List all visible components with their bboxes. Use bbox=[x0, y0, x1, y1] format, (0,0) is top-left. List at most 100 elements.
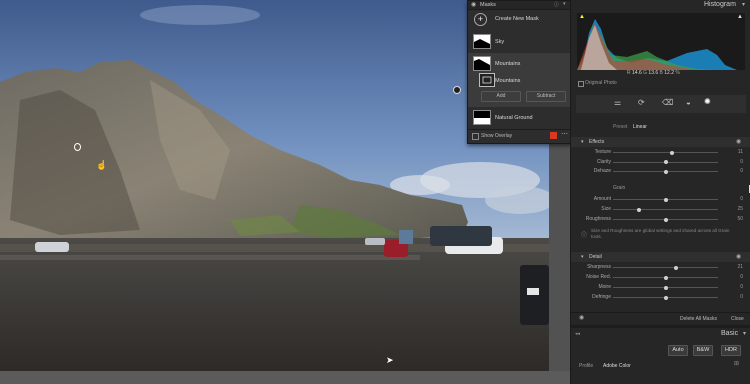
create-new-mask-row[interactable]: + Create New Mask bbox=[468, 11, 571, 33]
help-icon[interactable]: ⓘ bbox=[554, 1, 559, 8]
slider-label: Roughness bbox=[585, 216, 611, 222]
highlight-clipping-icon[interactable]: ▲ bbox=[737, 14, 743, 20]
add-mask-icon[interactable]: + bbox=[474, 13, 487, 26]
right-panel: Histogram ▾ ▲ ▲ R 14.6 G 13.6 B 12.2 % O… bbox=[570, 0, 750, 384]
effects-expand-icon[interactable]: ▾ bbox=[581, 139, 584, 145]
mask-item-mountains-selected[interactable]: Mountains Mountains Add Subtract bbox=[468, 53, 571, 107]
detail-visibility-icon[interactable]: ◉ bbox=[736, 253, 741, 260]
slider-thumb[interactable] bbox=[663, 160, 668, 164]
subtract-button-label: Subtract bbox=[536, 93, 556, 99]
slider-label: Texture bbox=[594, 149, 611, 155]
mountains-mask-thumbnail bbox=[473, 56, 491, 71]
original-photo-checkbox[interactable] bbox=[578, 81, 584, 87]
bw-button[interactable]: B&W bbox=[693, 345, 713, 356]
slider-track[interactable] bbox=[613, 209, 718, 210]
rgb-readout: R 14.6 G 13.6 B 12.2 % bbox=[627, 70, 680, 76]
footer-eye-icon[interactable]: ◉ bbox=[579, 314, 584, 321]
more-options-icon[interactable]: ⋯ bbox=[561, 130, 568, 138]
slider-thumb[interactable] bbox=[663, 285, 668, 290]
original-photo-label: Original Photo bbox=[585, 80, 617, 86]
detail-expand-icon[interactable]: ▾ bbox=[581, 254, 584, 260]
eraser-icon[interactable]: ⌫ bbox=[662, 98, 673, 107]
profile-select[interactable]: Adobe Color bbox=[603, 363, 631, 369]
slider-value[interactable]: 0 bbox=[721, 159, 743, 165]
slider-thumb[interactable] bbox=[663, 295, 668, 300]
detail-section-header[interactable]: ▾ Detail ◉ bbox=[571, 252, 750, 262]
add-button-label: Add bbox=[496, 93, 506, 99]
close-button[interactable]: Close bbox=[731, 316, 744, 322]
slider-row: Amount 0 bbox=[571, 195, 750, 204]
slider-value[interactable]: 25 bbox=[721, 206, 743, 212]
slider-value[interactable]: 50 bbox=[721, 216, 743, 222]
masking-icon[interactable]: ✺ bbox=[704, 97, 711, 106]
slider-row: Size 25 bbox=[571, 205, 750, 214]
red-eye-icon[interactable]: ◒ bbox=[686, 98, 691, 107]
slider-row: Clarity 0 bbox=[571, 158, 750, 167]
slider-track[interactable] bbox=[613, 267, 718, 268]
effects-visibility-icon[interactable]: ◉ bbox=[736, 138, 741, 145]
slider-label: Dehaze bbox=[593, 168, 611, 174]
auto-button[interactable]: Auto bbox=[668, 345, 688, 356]
grain-note: Size and Roughness are global settings a… bbox=[591, 228, 730, 239]
slider-label: Defringe bbox=[592, 294, 611, 300]
slider-value[interactable]: 11 bbox=[721, 149, 743, 155]
histogram-collapse-icon[interactable]: ▾ bbox=[742, 1, 745, 8]
preset-tab[interactable]: Preset bbox=[613, 124, 627, 130]
b-label: B bbox=[659, 70, 663, 76]
mask-item-label: Natural Ground bbox=[495, 115, 533, 121]
healing-icon[interactable]: ⟳ bbox=[638, 98, 645, 107]
mountains-component-thumbnail[interactable] bbox=[479, 73, 495, 87]
slider-thumb[interactable] bbox=[663, 197, 668, 202]
g-label: G bbox=[643, 70, 648, 76]
slider-thumb[interactable] bbox=[637, 207, 642, 212]
slider-thumb[interactable] bbox=[663, 169, 668, 174]
hdr-button[interactable]: HDR bbox=[721, 345, 741, 356]
slider-thumb[interactable] bbox=[674, 265, 678, 270]
slider-label: Moire bbox=[598, 284, 611, 290]
shadow-clipping-icon[interactable]: ▲ bbox=[579, 14, 585, 20]
create-new-mask-label: Create New Mask bbox=[495, 16, 539, 22]
mask-component-label: Mountains bbox=[495, 78, 521, 84]
basic-title: Basic bbox=[721, 330, 739, 337]
slider-row: Moire 0 bbox=[571, 283, 750, 292]
eye-icon[interactable]: ◉ bbox=[471, 1, 476, 8]
linear-tab[interactable]: Linear bbox=[633, 124, 647, 130]
subtract-button[interactable]: Subtract bbox=[526, 91, 566, 102]
slider-row: Texture 11 bbox=[571, 148, 750, 157]
auto-button-label: Auto bbox=[672, 347, 684, 353]
effects-section-header[interactable]: ▾ Effects ◉ bbox=[571, 137, 750, 147]
mask-item-natural-ground[interactable]: Natural Ground bbox=[468, 107, 571, 129]
panel-divider bbox=[571, 325, 750, 328]
basic-collapse-icon[interactable]: ◂◂ bbox=[575, 331, 580, 337]
profile-browser-icon[interactable]: ⊞ bbox=[734, 360, 739, 367]
r-value: 14.6 bbox=[632, 70, 642, 76]
slider-value[interactable]: 0 bbox=[721, 294, 743, 300]
grain-title: Grain bbox=[613, 185, 626, 191]
add-button[interactable]: Add bbox=[481, 91, 521, 102]
slider-label: Clarity bbox=[596, 158, 611, 165]
show-overlay-checkbox[interactable] bbox=[472, 133, 479, 140]
slider-row: Sharpness 21 bbox=[571, 263, 750, 272]
slider-value[interactable]: 0 bbox=[721, 274, 743, 280]
collapse-icon[interactable]: ▾ bbox=[563, 1, 566, 7]
slider-value[interactable]: 0 bbox=[721, 168, 743, 174]
mask-pin-selected[interactable] bbox=[453, 86, 461, 94]
overlay-color-swatch[interactable] bbox=[550, 132, 557, 139]
slider-thumb[interactable] bbox=[669, 150, 674, 155]
delete-all-masks-button[interactable]: Delete All Masks bbox=[680, 316, 717, 322]
slider-value[interactable]: 0 bbox=[721, 284, 743, 290]
mask-item-sky[interactable]: Sky bbox=[468, 31, 571, 53]
masks-panel: ◉ Masks ⓘ ▾ + Create New Mask Sky Mounta… bbox=[467, 0, 572, 144]
slider-value[interactable]: 21 bbox=[721, 264, 743, 270]
slider-value[interactable]: 0 bbox=[721, 196, 743, 202]
slider-row: Defringe 0 bbox=[571, 293, 750, 302]
masks-panel-header[interactable]: ◉ Masks ⓘ ▾ bbox=[468, 1, 571, 10]
mask-pin[interactable] bbox=[74, 143, 81, 151]
slider-track[interactable] bbox=[613, 152, 718, 153]
detail-title: Detail bbox=[589, 254, 602, 260]
slider-thumb[interactable] bbox=[663, 275, 668, 280]
basic-expand-icon[interactable]: ▾ bbox=[743, 330, 746, 337]
histogram-display: ▲ ▲ bbox=[577, 13, 745, 70]
slider-thumb[interactable] bbox=[663, 217, 668, 222]
crop-icon[interactable]: ⚌ bbox=[614, 98, 621, 107]
